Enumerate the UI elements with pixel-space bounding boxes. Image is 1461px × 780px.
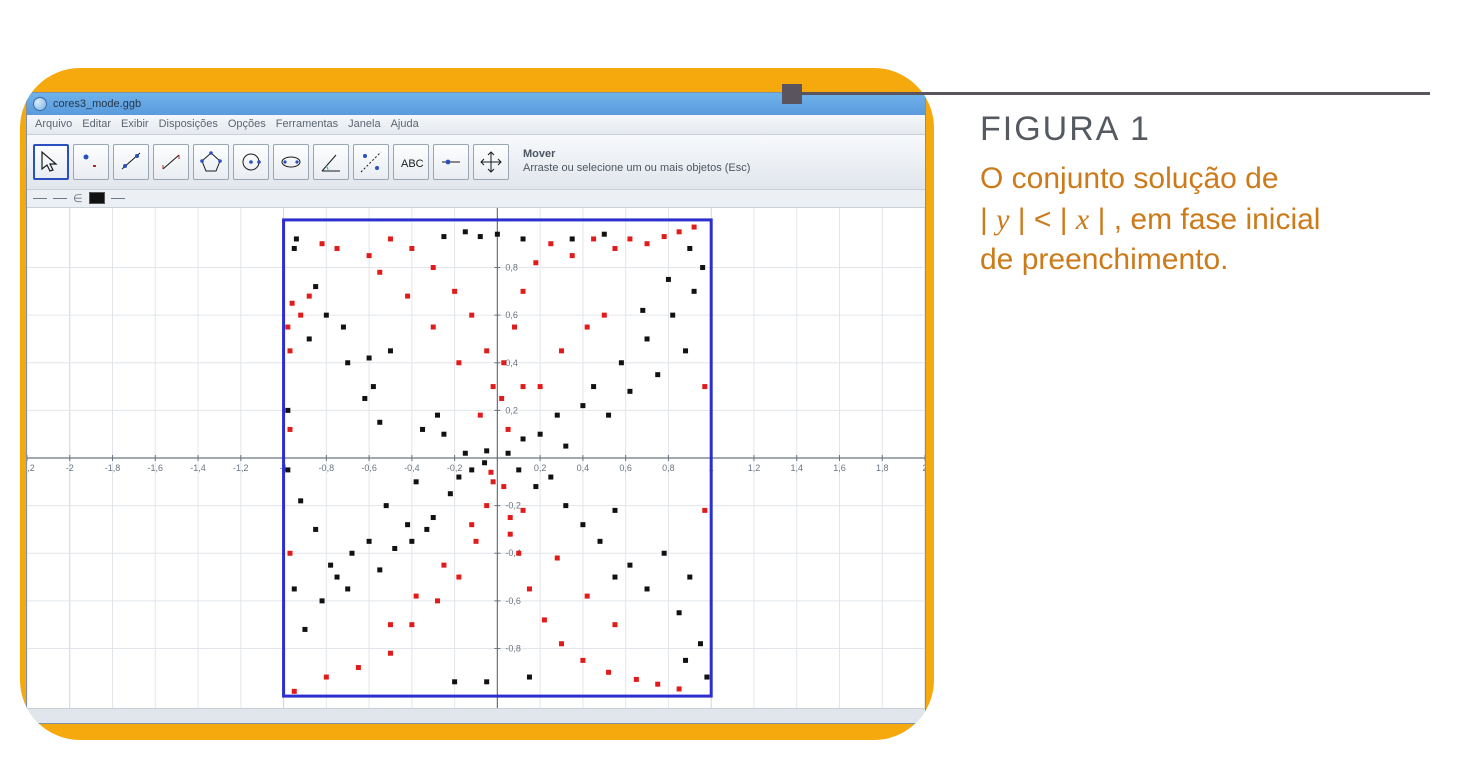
svg-text:-2: -2 — [66, 463, 74, 473]
page-root: cores3_mode.ggb Arquivo Editar Exibir Dispo… — [0, 0, 1461, 780]
style-color-swatch — [89, 192, 105, 204]
caption-line1b: em fase inicial — [1130, 203, 1320, 236]
svg-text:0,4: 0,4 — [577, 463, 590, 473]
graph-canvas[interactable]: -2,2-2-1,8-1,6-1,4-1,2-1-0,8-0,6-0,4-0,2… — [27, 208, 925, 708]
caption-expr-mid2: | , — [1089, 203, 1130, 236]
svg-text:1,6: 1,6 — [833, 463, 846, 473]
style-axes-icon — [33, 198, 47, 199]
window-title-text: cores3_mode.ggb — [53, 98, 141, 110]
tool-move-view[interactable] — [473, 144, 509, 180]
menu-item[interactable]: Exibir — [121, 118, 149, 130]
svg-text:-0,6: -0,6 — [505, 596, 521, 606]
caption-line2: de preenchimento. — [980, 243, 1229, 276]
caption-expr-y: y — [996, 203, 1009, 236]
graphics-view[interactable]: -2,2-2-1,8-1,6-1,4-1,2-1-0,8-0,6-0,4-0,2… — [27, 208, 925, 708]
caption-line1a: O conjunto solução de — [980, 162, 1279, 195]
caption-expr-pre: | — [980, 203, 996, 236]
tool-move[interactable] — [33, 144, 69, 180]
menu-item[interactable]: Opções — [228, 118, 266, 130]
connector-end-square — [782, 84, 802, 104]
figure-frame: cores3_mode.ggb Arquivo Editar Exibir Dispo… — [20, 68, 934, 740]
caption-body: O conjunto solução de | y | < | x | , em… — [980, 159, 1410, 281]
svg-text:0,6: 0,6 — [619, 463, 632, 473]
menu-bar[interactable]: Arquivo Editar Exibir Disposições Opções Ferr… — [27, 115, 925, 136]
svg-text:-1,2: -1,2 — [233, 463, 249, 473]
tool-text[interactable]: ABC — [393, 144, 429, 180]
svg-text:-0,2: -0,2 — [447, 463, 463, 473]
svg-text:1,2: 1,2 — [748, 463, 761, 473]
svg-text:-2,2: -2,2 — [27, 463, 35, 473]
svg-text:0,6: 0,6 — [505, 310, 518, 320]
window-icon — [33, 97, 47, 111]
menu-item[interactable]: Janela — [348, 118, 380, 130]
tool-circle[interactable] — [233, 144, 269, 180]
svg-text:0,2: 0,2 — [534, 463, 547, 473]
status-bar — [27, 708, 925, 723]
svg-text:0,4: 0,4 — [505, 358, 518, 368]
tool-title: Mover — [523, 148, 750, 162]
tool-segment[interactable] — [153, 144, 189, 180]
menu-item[interactable]: Arquivo — [35, 118, 72, 130]
svg-text:0,2: 0,2 — [505, 406, 518, 416]
svg-text:-0,8: -0,8 — [505, 644, 521, 654]
svg-text:1,8: 1,8 — [876, 463, 889, 473]
style-menu-icon: ∈ — [73, 192, 83, 205]
caption-title: FIGURA 1 — [980, 110, 1410, 149]
svg-text:-1,4: -1,4 — [190, 463, 206, 473]
svg-text:ABC: ABC — [401, 158, 424, 170]
menu-item[interactable]: Ferramentas — [276, 118, 338, 130]
tool-point[interactable] — [73, 144, 109, 180]
tool-label: Mover Arraste ou selecione um ou mais ob… — [523, 148, 750, 176]
style-bar[interactable]: ∈ — [27, 190, 925, 209]
svg-text:0,8: 0,8 — [505, 263, 518, 273]
menu-item[interactable]: Disposições — [159, 118, 218, 130]
tool-angle[interactable] — [313, 144, 349, 180]
caption-expr-mid1: | < | — [1009, 203, 1075, 236]
menu-item[interactable]: Ajuda — [391, 118, 419, 130]
tool-hint: Arraste ou selecione um ou mais objetos … — [523, 162, 750, 176]
style-grid-icon — [53, 198, 67, 199]
tool-line[interactable] — [113, 144, 149, 180]
connector-line — [790, 92, 1430, 95]
svg-text:1,4: 1,4 — [790, 463, 803, 473]
svg-text:-0,2: -0,2 — [505, 501, 521, 511]
geogebra-window: cores3_mode.ggb Arquivo Editar Exibir Dispo… — [26, 92, 926, 724]
svg-text:-0,8: -0,8 — [319, 463, 335, 473]
svg-text:-0,6: -0,6 — [361, 463, 377, 473]
tool-reflection[interactable] — [353, 144, 389, 180]
style-linestyle-icon — [111, 198, 125, 199]
svg-text:-1,8: -1,8 — [105, 463, 121, 473]
figure-caption: FIGURA 1 O conjunto solução de | y | < |… — [980, 110, 1410, 281]
tool-polygon[interactable] — [193, 144, 229, 180]
tool-conic[interactable] — [273, 144, 309, 180]
svg-text:0,8: 0,8 — [662, 463, 675, 473]
svg-text:-1,6: -1,6 — [148, 463, 164, 473]
svg-text:2: 2 — [922, 463, 925, 473]
tool-slider[interactable] — [433, 144, 469, 180]
svg-text:-0,4: -0,4 — [404, 463, 420, 473]
menu-item[interactable]: Editar — [82, 118, 111, 130]
caption-expr-x: x — [1076, 203, 1089, 236]
toolbar: ABC Mover Arraste ou selecione um ou mai… — [27, 135, 925, 189]
